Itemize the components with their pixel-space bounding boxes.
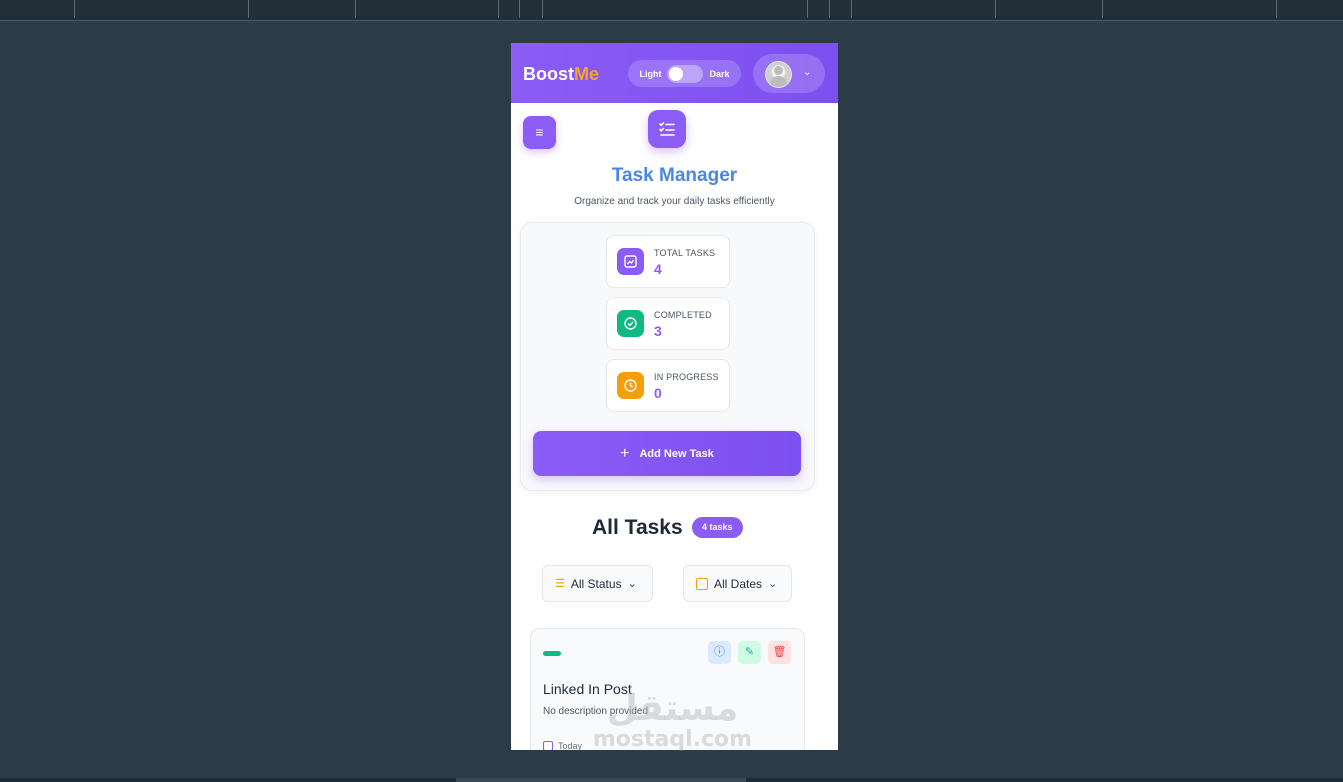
task-list-icon	[648, 110, 686, 148]
stat-label: COMPLETED	[654, 310, 712, 320]
stats-card: TOTAL TASKS 4 COMPLETED 3 IN PROGRESS 0 …	[520, 222, 815, 491]
user-menu[interactable]: ⌄	[753, 54, 825, 93]
stat-label: IN PROGRESS	[654, 372, 719, 382]
avatar	[765, 61, 792, 88]
stat-total-tasks: TOTAL TASKS 4	[606, 235, 730, 288]
watermark-arabic: مستقل	[606, 688, 739, 729]
task-date-label: Today	[558, 741, 583, 750]
stat-completed: COMPLETED 3	[606, 297, 730, 350]
switch-knob	[669, 66, 684, 81]
bottom-strip	[0, 778, 1343, 782]
page-title: Task Manager	[611, 165, 738, 186]
task-status-indicator	[543, 651, 561, 656]
watermark-latin: mostaql.com	[592, 727, 753, 752]
chevron-down-icon: ⌄	[803, 67, 812, 78]
chart-icon	[617, 248, 644, 275]
theme-toggle[interactable]: Light Dark	[628, 60, 741, 87]
browser-top-strip	[0, 0, 1343, 21]
add-task-button[interactable]: + Add New Task	[533, 431, 801, 476]
page-subtitle: Organize and track your daily tasks effi…	[574, 196, 775, 207]
trash-icon: 🗑	[772, 646, 787, 658]
stat-value: 4	[654, 261, 662, 277]
calendar-icon	[696, 577, 708, 590]
chevron-down-icon: ⌄	[627, 578, 637, 590]
check-circle-icon	[617, 310, 644, 337]
clock-icon	[617, 372, 644, 399]
chevron-down-icon: ⌄	[768, 578, 778, 590]
stat-label: TOTAL TASKS	[654, 248, 716, 258]
menu-icon: ≡	[535, 124, 544, 140]
stat-value: 0	[654, 385, 662, 401]
calendar-icon	[543, 741, 553, 750]
date-filter-select[interactable]: All Dates ⌄	[683, 565, 792, 602]
stat-value: 3	[654, 323, 662, 339]
task-date: Today	[543, 741, 582, 750]
task-count-badge: 4 tasks	[692, 517, 743, 538]
tasks-heading: All Tasks	[592, 516, 683, 539]
plus-icon: +	[620, 444, 630, 462]
info-icon: ⓘ	[714, 646, 725, 658]
mobile-viewport: BoostMe Light Dark ⌄ ≡ Task Manager Orga…	[511, 43, 838, 750]
date-filter-value: All Dates	[714, 576, 763, 591]
brand-logo[interactable]: BoostMe	[523, 64, 599, 85]
list-icon: ☰	[555, 578, 565, 590]
delete-button[interactable]: 🗑	[768, 641, 791, 664]
watermark: مستقل mostaql.com	[590, 690, 755, 752]
status-filter-value: All Status	[570, 576, 622, 591]
hamburger-menu-button[interactable]: ≡	[523, 116, 556, 149]
app-header: BoostMe Light Dark ⌄	[511, 43, 838, 103]
info-button[interactable]: ⓘ	[708, 641, 731, 664]
add-task-label: Add New Task	[639, 447, 714, 460]
stat-in-progress: IN PROGRESS 0	[606, 359, 730, 412]
status-filter-select[interactable]: ☰ All Status ⌄	[542, 565, 653, 602]
edit-button[interactable]: ✎	[738, 641, 761, 664]
theme-switch[interactable]	[667, 64, 704, 83]
theme-light-label: Light	[639, 68, 662, 79]
pencil-icon: ✎	[744, 646, 755, 658]
theme-dark-label: Dark	[709, 68, 730, 79]
